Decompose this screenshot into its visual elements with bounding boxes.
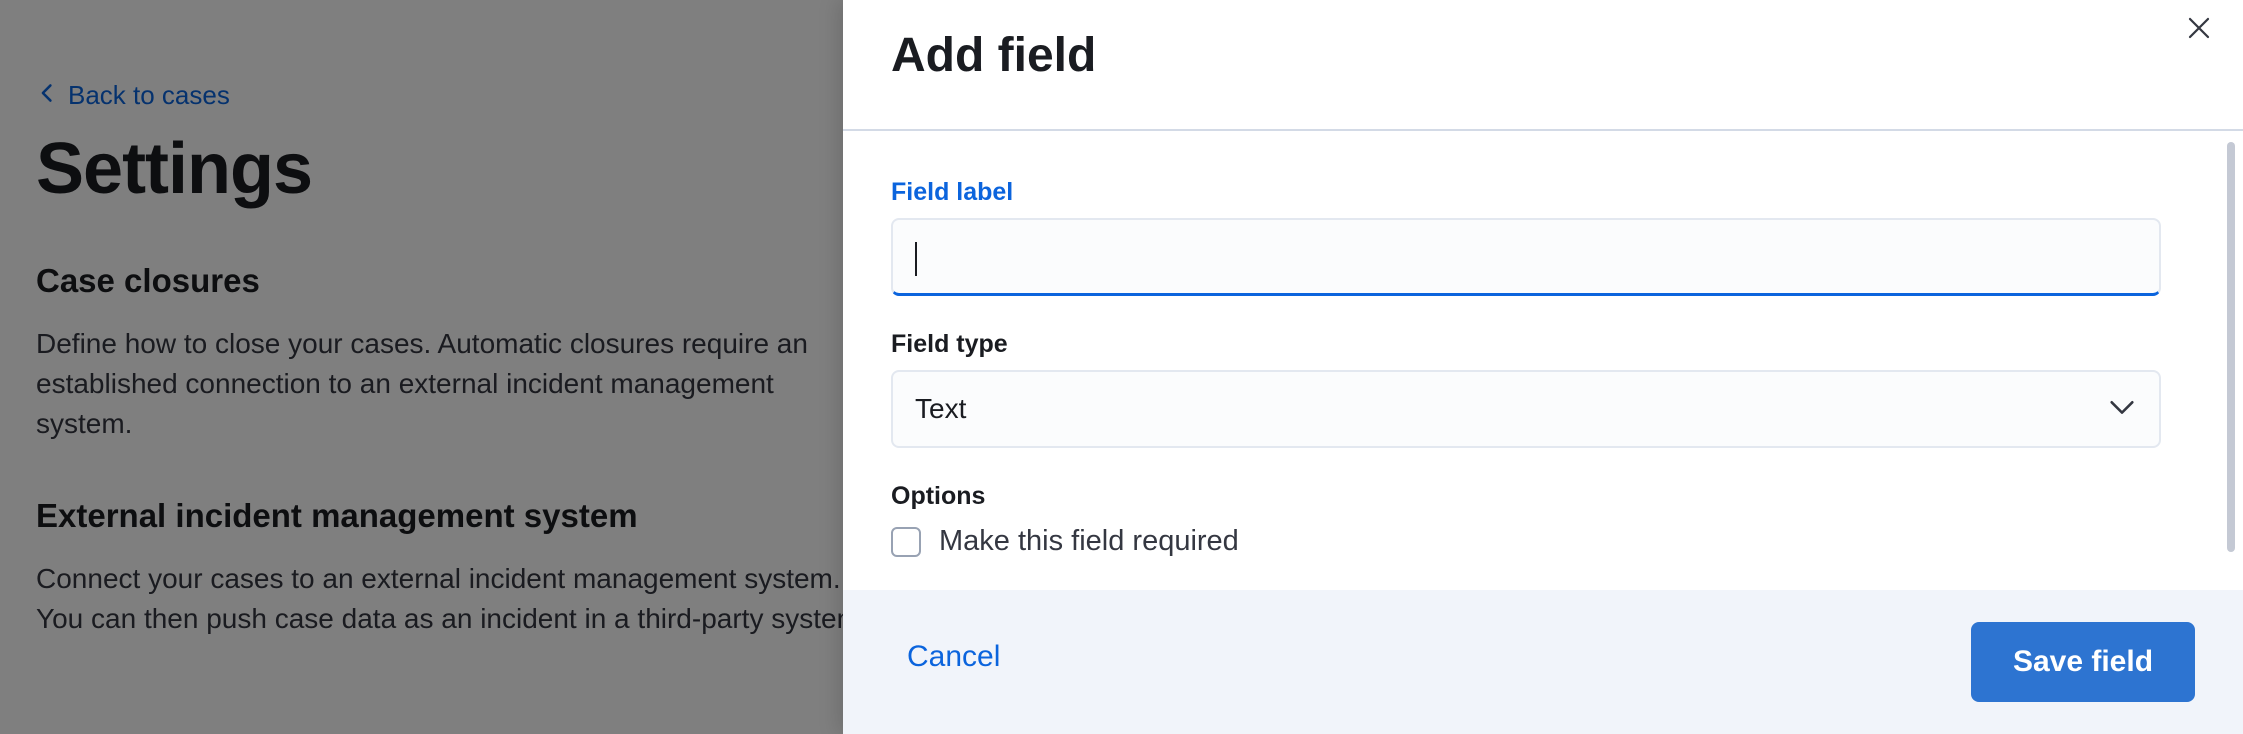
field-type-selected-value: Text: [915, 393, 967, 424]
required-checkbox[interactable]: [891, 526, 921, 557]
add-field-flyout: Add field Field label Field type Text Op…: [843, 0, 2243, 734]
field-type-label: Field type: [891, 330, 1008, 358]
flyout-header: Add field: [843, 0, 2243, 131]
field-label-input[interactable]: [891, 218, 2161, 296]
flyout-body: Field label Field type Text Options Make…: [891, 130, 2171, 590]
field-label-label: Field label: [891, 178, 1014, 206]
close-button[interactable]: [2179, 10, 2219, 50]
page: Back to cases Settings Case closures Def…: [0, 0, 2243, 734]
close-icon: [2187, 16, 2211, 45]
cancel-button[interactable]: Cancel: [907, 640, 1000, 674]
chevron-down-icon: [2107, 392, 2137, 427]
required-checkbox-label[interactable]: Make this field required: [939, 525, 1239, 558]
flyout-title: Add field: [891, 29, 1097, 82]
scrollbar[interactable]: [2227, 142, 2235, 552]
options-label: Options: [891, 482, 986, 510]
text-cursor: [915, 242, 917, 276]
field-type-select[interactable]: Text: [891, 370, 2161, 448]
save-field-button[interactable]: Save field: [1971, 622, 2195, 702]
required-checkbox-row[interactable]: Make this field required: [891, 525, 1239, 558]
flyout-footer: Cancel Save field: [843, 590, 2243, 734]
